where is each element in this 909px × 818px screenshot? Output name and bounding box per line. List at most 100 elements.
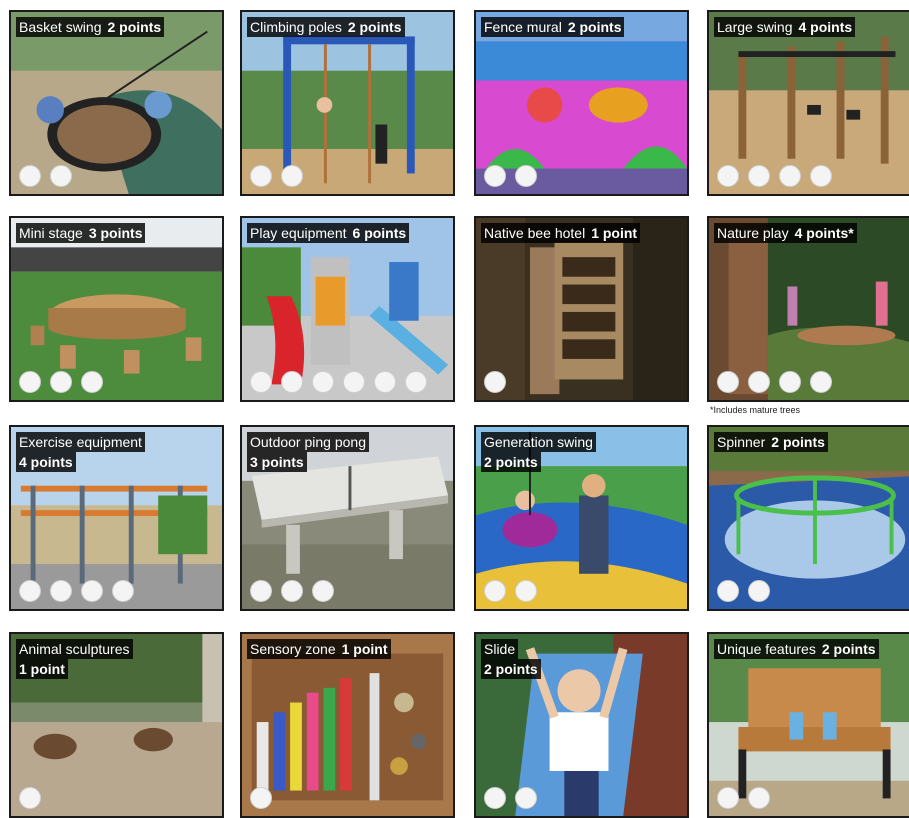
feature-name: Basket swing [16,17,105,37]
feature-points: 2 points [768,432,828,452]
feature-photo [476,218,687,400]
feature-label: Animal sculptures 1 point [16,639,133,679]
point-checkbox[interactable] [81,580,103,602]
point-checkboxes [484,371,506,393]
feature-label: Nature play 4 points* [714,223,857,243]
feature-label: Sensory zone 1 point [247,639,391,659]
point-checkbox[interactable] [250,165,272,187]
point-checkbox[interactable] [19,787,41,809]
point-checkbox[interactable] [250,371,272,393]
feature-card: Slide 2 points [474,632,689,818]
feature-name: Climbing poles [247,17,345,37]
point-checkboxes [484,580,537,602]
feature-label: Play equipment 6 points [247,223,410,243]
point-checkbox[interactable] [405,371,427,393]
point-checkbox[interactable] [748,371,770,393]
point-checkbox[interactable] [281,371,303,393]
feature-card: Exercise equipment 4 points [9,425,224,611]
point-checkbox[interactable] [312,371,334,393]
feature-name: Sensory zone [247,639,339,659]
feature-card: Basket swing 2 points [9,10,224,196]
point-checkbox[interactable] [50,371,72,393]
feature-points: 2 points [344,17,405,37]
point-checkbox[interactable] [19,580,41,602]
point-checkboxes [250,371,427,393]
point-checkbox[interactable] [343,371,365,393]
point-checkbox[interactable] [484,580,506,602]
point-checkboxes [19,371,103,393]
point-checkbox[interactable] [717,165,739,187]
feature-label: Large swing 4 points [714,17,856,37]
feature-label: Slide 2 points [481,639,541,679]
point-checkboxes [250,165,303,187]
point-checkbox[interactable] [112,580,134,602]
point-checkbox[interactable] [50,580,72,602]
point-checkbox[interactable] [50,165,72,187]
feature-card: Sensory zone 1 point [240,632,455,818]
point-checkbox[interactable] [779,165,801,187]
point-checkbox[interactable] [717,580,739,602]
feature-label: Spinner 2 points [714,432,828,452]
point-checkbox[interactable] [515,787,537,809]
feature-name: Spinner [714,432,769,452]
feature-name: Animal sculptures [16,639,133,659]
point-checkbox[interactable] [515,580,537,602]
feature-card: Nature play 4 points* [707,216,909,402]
point-checkbox[interactable] [748,787,770,809]
point-checkboxes [250,787,272,809]
point-checkbox[interactable] [484,787,506,809]
feature-points: 4 points* [791,223,857,243]
feature-points: 2 points [818,639,879,659]
point-checkbox[interactable] [281,580,303,602]
feature-label: Native bee hotel 1 point [481,223,641,243]
point-checkbox[interactable] [484,165,506,187]
point-checkboxes [250,580,334,602]
point-checkbox[interactable] [748,580,770,602]
feature-card: Fence mural 2 points [474,10,689,196]
point-checkbox[interactable] [748,165,770,187]
feature-card: Unique features 2 points [707,632,909,818]
feature-label: Climbing poles 2 points [247,17,405,37]
feature-name: Fence mural [481,17,565,37]
feature-label: Basket swing 2 points [16,17,165,37]
feature-card: Play equipment 6 points [240,216,455,402]
feature-points: 2 points [104,17,165,37]
feature-name: Nature play [714,223,792,243]
point-checkbox[interactable] [281,165,303,187]
feature-label: Exercise equipment 4 points [16,432,145,472]
point-checkbox[interactable] [19,165,41,187]
point-checkbox[interactable] [515,165,537,187]
point-checkbox[interactable] [81,371,103,393]
feature-label: Mini stage 3 points [16,223,146,243]
feature-card: Climbing poles 2 points [240,10,455,196]
point-checkbox[interactable] [250,580,272,602]
feature-card: Large swing 4 points [707,10,909,196]
point-checkbox[interactable] [312,580,334,602]
point-checkbox[interactable] [19,371,41,393]
point-checkboxes [19,787,41,809]
feature-points: 4 points [795,17,856,37]
feature-name: Exercise equipment [16,432,145,452]
feature-photo [242,634,453,816]
feature-card: Generation swing 2 points [474,425,689,611]
feature-name: Outdoor ping pong [247,432,369,452]
feature-points: 3 points [85,223,146,243]
feature-card: Animal sculptures 1 point [9,632,224,818]
feature-name: Native bee hotel [481,223,589,243]
point-checkbox[interactable] [374,371,396,393]
point-checkbox[interactable] [717,787,739,809]
feature-name: Mini stage [16,223,86,243]
feature-label: Unique features 2 points [714,639,879,659]
point-checkbox[interactable] [717,371,739,393]
point-checkbox[interactable] [250,787,272,809]
feature-card: Outdoor ping pong 3 points [240,425,455,611]
point-checkbox[interactable] [810,371,832,393]
point-checkbox[interactable] [484,371,506,393]
feature-points: 1 point [16,659,68,679]
point-checkboxes [717,580,770,602]
point-checkboxes [717,371,832,393]
point-checkbox[interactable] [779,371,801,393]
feature-name: Play equipment [247,223,350,243]
point-checkboxes [484,787,537,809]
point-checkbox[interactable] [810,165,832,187]
